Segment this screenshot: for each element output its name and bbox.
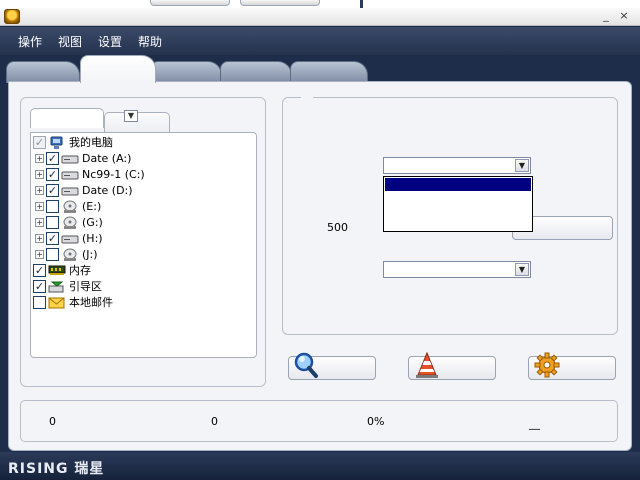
app-logo-icon[interactable]: [4, 9, 20, 24]
cd-drive-icon: [61, 200, 79, 213]
footer-bar: RISING 瑞星: [0, 452, 640, 480]
tree-drive-row[interactable]: + (J:): [35, 246, 98, 262]
memory-checkbox[interactable]: ✓: [33, 263, 46, 277]
drive-checkbox[interactable]: ✓: [46, 167, 59, 181]
drive-label: Nc99-1 (C:): [82, 167, 145, 181]
drive-label: Date (D:): [82, 183, 133, 197]
tab-3[interactable]: [150, 61, 222, 83]
tree-drive-row[interactable]: + ✓ Nc99-1 (C:): [35, 166, 145, 182]
option-combo-top[interactable]: ▼: [383, 157, 531, 174]
tab-5[interactable]: [290, 61, 368, 83]
tab-2-active[interactable]: [80, 55, 156, 83]
drive-checkbox[interactable]: [46, 215, 59, 229]
status-count-2: 0: [211, 415, 218, 428]
option-combo-bottom[interactable]: ▼: [383, 261, 531, 278]
tree-root-label: 我的电脑: [69, 136, 113, 149]
stop-button[interactable]: [408, 351, 496, 380]
boot-sector-checkbox[interactable]: ✓: [33, 279, 46, 293]
drive-label: Date (A:): [82, 151, 132, 165]
top-divider: [360, 0, 363, 8]
memory-icon: [48, 264, 66, 277]
chevron-down-icon[interactable]: ▼: [515, 159, 529, 172]
dropdown-selected-item[interactable]: [385, 178, 531, 191]
tree-dropdown-arrow-icon[interactable]: ▼: [124, 110, 138, 122]
mail-label: 本地邮件: [69, 296, 113, 309]
scan-button[interactable]: [288, 352, 376, 380]
expand-icon[interactable]: +: [35, 169, 44, 179]
drive-checkbox[interactable]: [46, 247, 59, 261]
menu-help[interactable]: 帮助: [138, 33, 162, 50]
mail-checkbox[interactable]: [33, 295, 46, 309]
expand-icon[interactable]: +: [35, 249, 44, 259]
status-count-1: 0: [49, 415, 56, 428]
tree-tab-active[interactable]: [30, 108, 104, 128]
drive-icon: [61, 184, 79, 197]
top-button-right[interactable]: [240, 0, 320, 6]
rising-logo: RISING 瑞星: [8, 461, 105, 477]
menu-settings[interactable]: 设置: [98, 33, 122, 50]
expand-icon[interactable]: +: [35, 233, 44, 243]
top-button-left[interactable]: [150, 0, 230, 6]
drive-label: (J:): [82, 247, 98, 261]
tree-drive-row[interactable]: + ✓ Date (A:): [35, 150, 131, 166]
minimize-button[interactable]: _: [600, 10, 612, 22]
tree-drive-row[interactable]: + (G:): [35, 214, 103, 230]
expand-icon[interactable]: +: [35, 185, 44, 195]
drive-icon: [61, 232, 79, 245]
tab-1[interactable]: [6, 61, 80, 83]
expand-icon[interactable]: +: [35, 217, 44, 227]
drive-checkbox[interactable]: ✓: [46, 151, 59, 165]
value-500: 500: [327, 221, 348, 234]
traffic-cone-icon: [414, 351, 440, 382]
expand-icon[interactable]: +: [35, 153, 44, 163]
status-percent: 0%: [367, 415, 385, 428]
drive-checkbox[interactable]: ✓: [46, 231, 59, 245]
tree-drive-row[interactable]: + ✓ (H:): [35, 230, 103, 246]
chevron-down-icon[interactable]: ▼: [515, 263, 529, 276]
computer-icon: [48, 136, 66, 149]
option-dropdown-list[interactable]: [383, 176, 533, 232]
tree-root-checkbox[interactable]: ✓: [33, 135, 46, 149]
gear-icon: [533, 351, 561, 382]
tree-extra-row[interactable]: 本地邮件: [33, 294, 113, 310]
drive-icon: [61, 168, 79, 181]
scan-target-tree: ✓ 我的电脑 + ✓ Date (A:) + ✓ Nc99-1 (C:) + ✓…: [30, 132, 257, 358]
magnifier-icon: [293, 351, 319, 382]
boot-sector-label: 引导区: [69, 280, 102, 293]
close-button[interactable]: ×: [618, 10, 630, 22]
menu-operate[interactable]: 操作: [18, 33, 42, 50]
status-dash: __: [529, 417, 540, 430]
cd-drive-icon: [61, 248, 79, 261]
status-panel: 0 0 0% __: [20, 400, 618, 442]
menu-view[interactable]: 视图: [58, 33, 82, 50]
drive-label: (E:): [82, 199, 102, 213]
tab-strip: [0, 55, 640, 83]
tree-drive-row[interactable]: + (E:): [35, 198, 101, 214]
panel-caption-gap: [301, 96, 313, 100]
tree-drive-row[interactable]: + ✓ Date (D:): [35, 182, 133, 198]
menu-bar: 操作 视图 设置 帮助: [0, 27, 640, 55]
tree-extra-row[interactable]: ✓ 引导区: [33, 278, 102, 294]
memory-label: 内存: [69, 264, 91, 277]
top-strip: [0, 0, 640, 8]
mail-icon: [48, 296, 66, 309]
tree-root-row[interactable]: ✓ 我的电脑: [33, 134, 113, 150]
cd-drive-icon: [61, 216, 79, 229]
drive-checkbox[interactable]: [46, 199, 59, 213]
boot-sector-icon: [48, 280, 66, 293]
tree-extra-row[interactable]: ✓ 内存: [33, 262, 91, 278]
drive-label: (H:): [82, 231, 103, 245]
expand-icon[interactable]: +: [35, 201, 44, 211]
drive-label: (G:): [82, 215, 103, 229]
title-bar: _ ×: [0, 8, 640, 26]
drive-checkbox[interactable]: ✓: [46, 183, 59, 197]
settings-gear-button[interactable]: [528, 352, 616, 380]
drive-icon: [61, 152, 79, 165]
tab-4[interactable]: [220, 61, 292, 83]
